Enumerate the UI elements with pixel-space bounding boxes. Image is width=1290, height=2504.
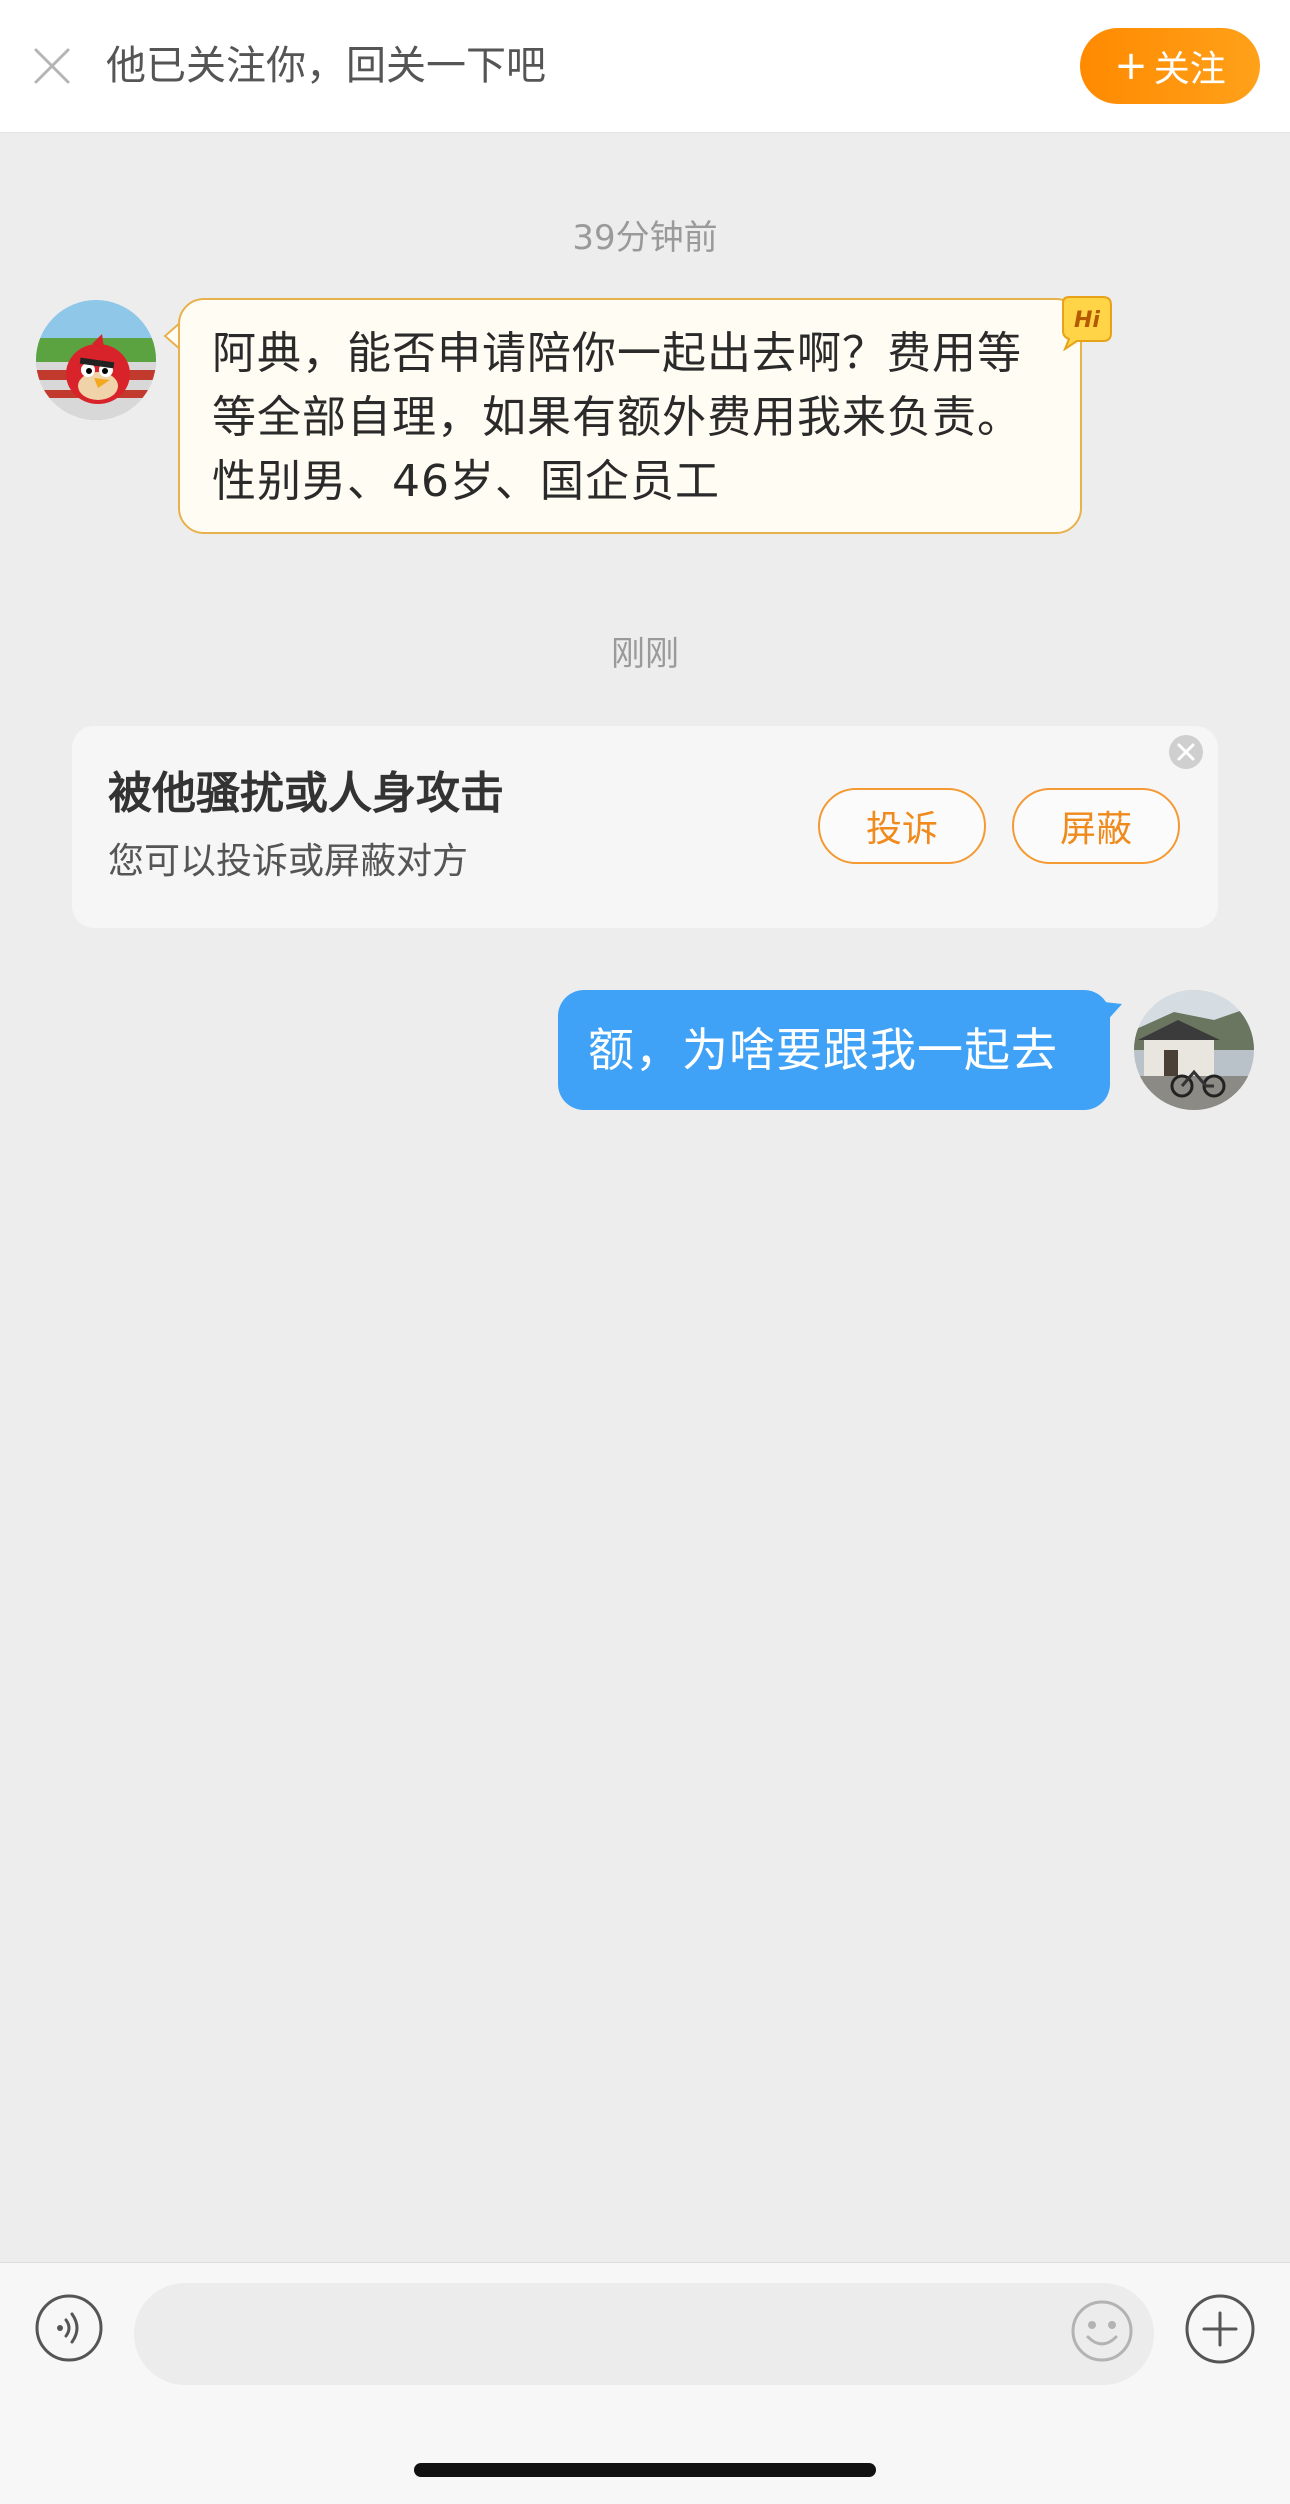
report-button[interactable]: 投诉 xyxy=(818,788,986,864)
plus-icon[interactable] xyxy=(1184,2293,1256,2365)
follow-back-prompt: 他已关注你，回关一下吧 xyxy=(106,43,546,89)
my-avatar[interactable] xyxy=(1134,990,1254,1110)
incoming-message-bubble[interactable]: 阿典，能否申请陪你一起出去啊？费用等等全部自理，如果有额外费用我来负责。性别男、… xyxy=(178,298,1082,534)
follow-button[interactable]: + 关注 xyxy=(1080,28,1260,104)
follow-button-label: 关注 xyxy=(1153,49,1226,90)
sender-avatar[interactable] xyxy=(36,300,156,420)
message-input[interactable] xyxy=(134,2283,1154,2385)
report-card-subtitle: 您可以投诉或屏蔽对方 xyxy=(108,841,469,882)
emoji-icon[interactable] xyxy=(1070,2299,1134,2363)
outgoing-message-bubble[interactable]: 额，为啥要跟我一起去 xyxy=(558,990,1110,1110)
home-indicator[interactable] xyxy=(414,2463,876,2477)
follow-banner: 他已关注你，回关一下吧 + 关注 xyxy=(0,0,1290,133)
hi-badge-icon: Hi xyxy=(1062,296,1112,351)
hi-badge-label: Hi xyxy=(1074,308,1100,333)
outgoing-bubble-tail xyxy=(1104,1002,1122,1024)
plus-icon: + xyxy=(1114,43,1148,89)
report-card-title: 被他骚扰或人身攻击 xyxy=(108,768,504,819)
harassment-report-card: 被他骚扰或人身攻击 您可以投诉或屏蔽对方 投诉 屏蔽 xyxy=(72,726,1218,928)
message-timestamp: 刚刚 xyxy=(611,634,679,674)
voice-icon[interactable] xyxy=(34,2293,104,2363)
message-timestamp: 39分钟前 xyxy=(572,218,718,258)
close-icon[interactable] xyxy=(30,44,74,88)
close-icon[interactable] xyxy=(1168,734,1204,770)
block-button[interactable]: 屏蔽 xyxy=(1012,788,1180,864)
